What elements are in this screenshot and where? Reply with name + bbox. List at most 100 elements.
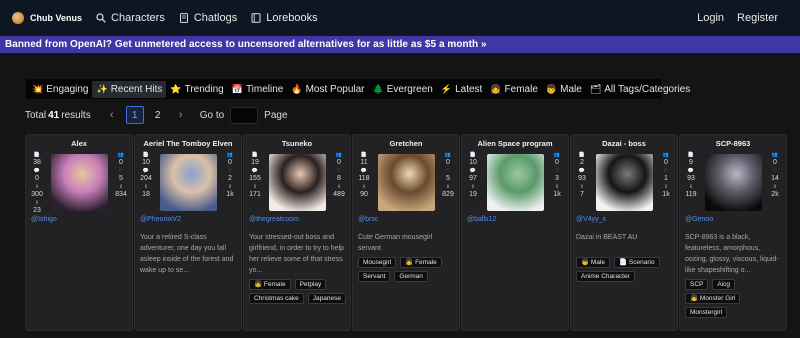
goto-page-input[interactable] [230, 106, 259, 124]
card-title[interactable]: Alien Space program [462, 139, 568, 148]
tab-trending[interactable]: ⭐ Trending [166, 81, 227, 98]
creator-link[interactable]: @Genoo [685, 216, 713, 223]
tag-chip[interactable]: Aicg [712, 279, 736, 290]
card-title[interactable]: Gretchen [353, 139, 459, 148]
tag-chip[interactable]: 👧 Monster Girl [685, 293, 741, 304]
tag-chip[interactable]: Christmas cake [249, 293, 304, 304]
stat-value: 19 [469, 191, 477, 198]
tab-label: Latest [455, 83, 483, 95]
tab-male[interactable]: 👦 Male [542, 81, 586, 98]
character-avatar[interactable] [269, 154, 326, 211]
stat-value: 0 [555, 159, 559, 166]
tag-chip[interactable]: Petplay [294, 279, 327, 290]
results-prefix: Total [25, 109, 47, 121]
brand-logo-icon [12, 12, 24, 24]
character-avatar[interactable] [160, 154, 217, 211]
login-link[interactable]: Login [697, 12, 724, 24]
card-stats-left: 📄 10 💬 204 ⬇ 18 [137, 152, 155, 200]
stat-value: 93 [687, 175, 695, 182]
creator-link[interactable]: @Ishigo [31, 216, 57, 223]
tag-chip[interactable]: Mousegirl [358, 257, 397, 268]
nav-chatlogs-label: Chatlogs [193, 12, 238, 24]
character-avatar[interactable] [51, 154, 108, 211]
character-card[interactable]: Alien Space program 📄 10 💬 97 ⬇ 19 👥 0 ♡ 3 ⬇ 1k @ball… [461, 134, 569, 331]
stat-value: 11 [360, 159, 368, 166]
stat-value: 0 [119, 159, 123, 166]
page-2-button[interactable]: 2 [149, 106, 167, 124]
creator-link[interactable]: @thegreatcoom [249, 216, 299, 223]
card-title[interactable]: Aeriel The Tomboy Elven [135, 139, 241, 148]
creator-link[interactable]: @PheonixV2 [140, 216, 181, 223]
tag-chip[interactable]: German [394, 271, 428, 282]
nav-characters-label: Characters [111, 12, 165, 24]
nav-characters[interactable]: Characters [96, 12, 165, 24]
character-card[interactable]: Gretchen 📄 11 💬 118 ⬇ 90 👥 0 ♡ 5 ⬇ 829 @brsc Cute Germ… [352, 134, 460, 331]
brand[interactable]: Chub Venus [12, 12, 82, 24]
tag-chip[interactable]: 👧 Female [249, 279, 291, 290]
creator-link[interactable]: @brsc [358, 216, 378, 223]
tab-timeline[interactable]: 📅 Timeline [228, 81, 288, 98]
stat-value: 97 [469, 175, 477, 182]
pagination: ‹ 1 2 › [103, 106, 190, 124]
goto-label: Go to [199, 109, 225, 121]
creator-link[interactable]: @V4yy_x [576, 216, 606, 223]
tab-latest[interactable]: ⚡ Latest [437, 81, 486, 98]
card-title[interactable]: SCP-8963 [680, 139, 786, 148]
star-icon: ⭐ [170, 83, 182, 94]
character-card[interactable]: SCP-8963 📄 9 💬 93 ⬇ 119 👥 0 ♡ 14 ⬇ 2k @Genoo SCP-8963 … [679, 134, 787, 331]
register-link[interactable]: Register [737, 12, 778, 24]
stat-value: 2 [228, 175, 232, 182]
character-avatar[interactable] [487, 154, 544, 211]
stat-value: 0 [664, 159, 668, 166]
character-card[interactable]: Dazai - boss 📄 2 💬 93 ⬇ 7 👥 0 ♡ 1 ⬇ 1k @V4yy_x Dazai i… [570, 134, 678, 331]
card-description: Dazai in BEAST AU [576, 234, 638, 241]
tag-chip[interactable]: Monstergirl [685, 307, 728, 318]
top-navbar: Chub Venus Characters Chatlogs Lorebooks… [0, 0, 800, 36]
character-card[interactable]: Tsuneko 📄 19 💬 155 ⬇ 171 👥 0 ♡ 8 ⬇ 489 @thegreatcoom Y… [243, 134, 351, 331]
stat-value: 19 [251, 159, 259, 166]
tab-recent-hits[interactable]: ✨ Recent Hits [92, 80, 167, 98]
tab-label: Recent Hits [110, 83, 163, 95]
nav-chatlogs[interactable]: Chatlogs [179, 12, 237, 24]
stat-value: 1 [664, 175, 668, 182]
tab-most-popular[interactable]: 🔥 Most Popular [287, 81, 368, 98]
card-title[interactable]: Tsuneko [244, 139, 350, 148]
tag-chip[interactable]: 👧 Female [400, 257, 442, 268]
tag-chip[interactable]: Anime Character [576, 271, 635, 282]
tag-chip[interactable]: 👦 Male [576, 257, 610, 268]
tag-chip[interactable]: Japanese [307, 293, 346, 304]
tab-engaging[interactable]: 💥 Engaging [28, 81, 92, 98]
character-avatar[interactable] [596, 154, 653, 211]
stat-value: 5 [119, 175, 123, 182]
tag-chip[interactable]: 📄 Scenario [614, 257, 660, 268]
prev-page-icon[interactable]: ‹ [103, 106, 121, 124]
character-avatar[interactable] [705, 154, 762, 211]
tab-label: Male [560, 83, 582, 95]
nav-lorebooks[interactable]: Lorebooks [251, 12, 318, 24]
character-avatar[interactable] [378, 154, 435, 211]
page-1-button[interactable]: 1 [125, 106, 144, 124]
fire-icon: 🔥 [291, 83, 303, 94]
stat-value: 23 [33, 207, 41, 214]
sparkles-icon: ✨ [96, 83, 108, 94]
tag-chip[interactable]: SCP [685, 279, 709, 290]
tag-chip[interactable]: Servant [358, 271, 391, 282]
tab-label: Timeline [245, 83, 284, 95]
tab-evergreen[interactable]: 🌲 Evergreen [369, 81, 437, 98]
character-card[interactable]: Alex 📄 38 💬 0 ⬇ 300 ⬇ 23 👥 0 ♡ 5 ⬇ 834 @Ishigo [25, 134, 133, 331]
next-page-icon[interactable]: › [172, 106, 190, 124]
card-stats-left: 📄 2 💬 93 ⬇ 7 [573, 152, 591, 200]
tab-female[interactable]: 👧 Female [486, 81, 542, 98]
promo-banner-text[interactable]: Banned from OpenAI? Get unmetered access… [5, 39, 487, 50]
card-title[interactable]: Dazai - boss [571, 139, 677, 148]
card-tags: SCP Aicg 👧 Monster Girl Monstergirl [685, 279, 782, 318]
promo-banner[interactable]: Banned from OpenAI? Get unmetered access… [0, 36, 800, 53]
nav-lorebooks-label: Lorebooks [266, 12, 318, 24]
character-card[interactable]: Aeriel The Tomboy Elven 📄 10 💬 204 ⬇ 18 👥 0 ♡ 2 ⬇ 1k… [134, 134, 242, 331]
creator-link[interactable]: @balls12 [467, 216, 496, 223]
stat-value: 1k [553, 191, 561, 198]
stat-value: 10 [142, 159, 150, 166]
card-title[interactable]: Alex [26, 139, 132, 148]
card-stats-right: 👥 0 ♡ 8 ⬇ 489 [330, 152, 348, 200]
tab-all-tags[interactable]: 🗂 All Tags/Categories [586, 81, 694, 98]
